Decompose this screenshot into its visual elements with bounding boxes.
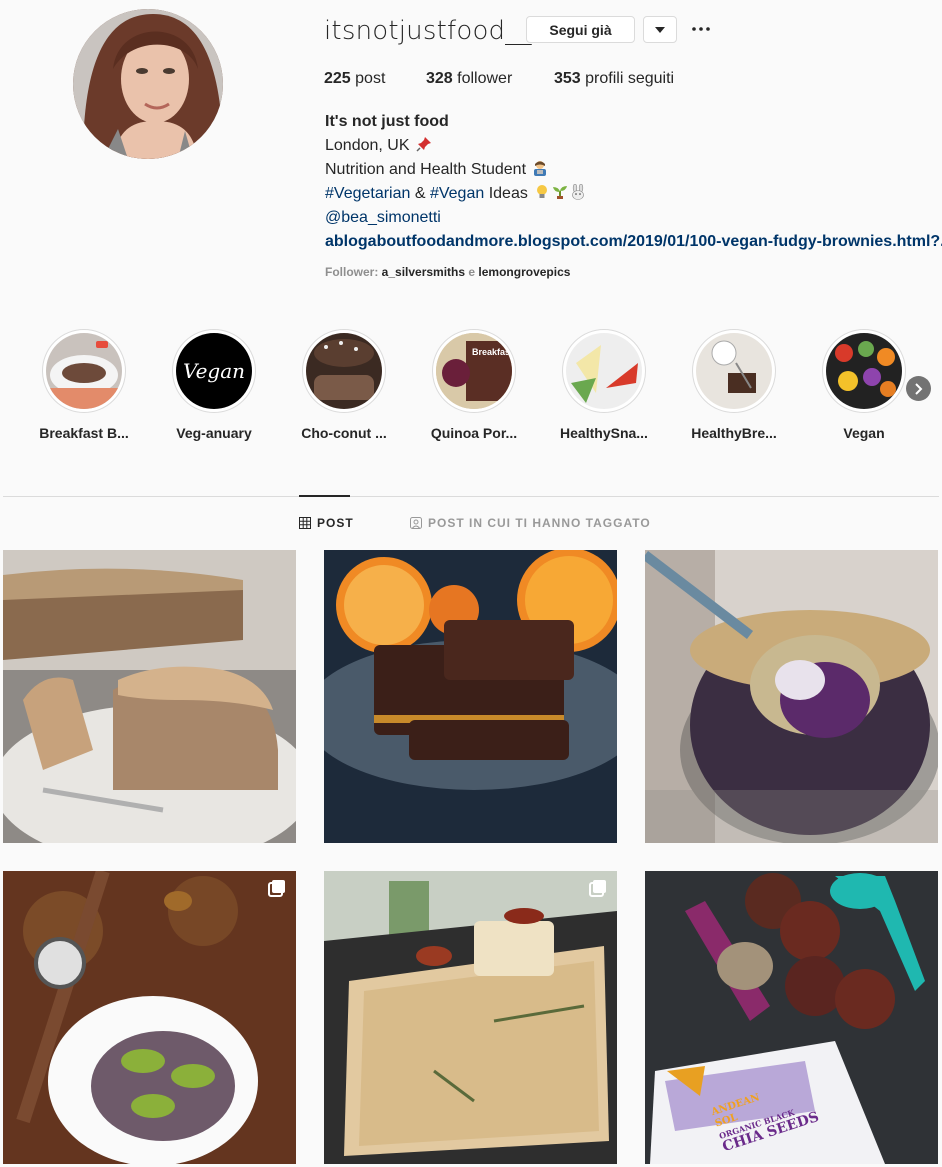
tab-posts[interactable]: POST: [299, 516, 354, 530]
hashtag-vegan-link[interactable]: #Vegan: [430, 185, 484, 202]
post-thumbnail[interactable]: [324, 871, 617, 1164]
post-thumbnail[interactable]: [324, 550, 617, 843]
highlight-cover: [696, 333, 772, 409]
followed-by-user1: a_silversmiths: [381, 265, 466, 279]
followed-by[interactable]: Follower: a_silversmiths e lemongrovepic…: [325, 265, 570, 279]
following-count: 353: [554, 70, 581, 87]
highlight-ring: [692, 329, 776, 413]
followed-by-conj: e: [465, 265, 479, 279]
tab-posts-label: POST: [317, 516, 354, 530]
ellipsis-icon: [692, 27, 710, 31]
chevron-right-icon: [914, 382, 922, 395]
tab-tagged-label: POST IN CUI TI HANNO TAGGATO: [428, 516, 651, 530]
posts-stat: 225 post: [324, 70, 385, 88]
highlight-cover: Vegan: [176, 333, 252, 409]
bio-location: London, UK: [325, 137, 410, 154]
tab-tagged[interactable]: POST IN CUI TI HANNO TAGGATO: [410, 516, 651, 530]
bio-ideas: Ideas: [484, 185, 528, 202]
suggestions-dropdown-button[interactable]: [643, 16, 677, 43]
bio-student-line: Nutrition and Health Student: [325, 158, 942, 182]
highlight-item[interactable]: Breakfast Quinoa Por...: [409, 329, 539, 441]
seedling-icon: [553, 186, 568, 199]
followers-label: follower: [452, 70, 513, 87]
highlight-cover-text: Breakfast: [472, 347, 512, 357]
bio-full-name: It's not just food: [325, 113, 449, 130]
tagged-user-icon: [410, 517, 422, 529]
highlight-label: Cho-conut ...: [301, 425, 387, 441]
post-thumbnail[interactable]: [645, 550, 938, 843]
post-image: [3, 871, 296, 1164]
highlight-item[interactable]: Cho-conut ...: [279, 329, 409, 441]
highlight-label: HealthyBre...: [691, 425, 777, 441]
post-image: [645, 550, 938, 843]
highlight-cover: [826, 333, 902, 409]
highlight-item[interactable]: Vegan Veg-anuary: [149, 329, 279, 441]
bio-line2: Nutrition and Health Student: [325, 161, 527, 178]
avatar-photo: [73, 9, 223, 159]
followed-by-prefix: Follower:: [325, 265, 382, 279]
bio-amp: &: [410, 185, 430, 202]
following-stat[interactable]: 353 profili seguiti: [554, 70, 674, 88]
highlight-cover: Breakfast: [436, 333, 512, 409]
hashtag-vegetarian-link[interactable]: #Vegetarian: [325, 185, 410, 202]
highlight-cover: [566, 333, 642, 409]
post-image: [3, 550, 296, 843]
highlight-label: Quinoa Por...: [430, 425, 518, 441]
post-thumbnail[interactable]: [3, 550, 296, 843]
followers-stat[interactable]: 328 follower: [426, 70, 512, 88]
post-thumbnail[interactable]: [3, 871, 296, 1164]
posts-count: 225: [324, 70, 351, 87]
bio-mention-link[interactable]: @bea_simonetti: [325, 206, 942, 230]
caret-down-icon: [655, 26, 665, 33]
rabbit-icon: [572, 184, 585, 200]
bio-hashtags-line: #Vegetarian & #Vegan Ideas: [325, 182, 942, 206]
followed-by-user2: lemongrovepics: [478, 265, 571, 279]
profile-username: itsnotjustfood__: [324, 16, 532, 46]
following-button[interactable]: Segui già: [526, 16, 635, 43]
highlight-label: Vegan: [843, 425, 885, 441]
profile-avatar[interactable]: [73, 9, 223, 159]
highlight-item[interactable]: HealthyBre...: [669, 329, 799, 441]
highlight-label: Breakfast B...: [39, 425, 129, 441]
more-options-button[interactable]: [688, 16, 714, 42]
bio-location-line: London, UK: [325, 134, 942, 158]
highlight-cover-text: Vegan: [182, 359, 246, 383]
followers-count: 328: [426, 70, 453, 87]
bio-website-link[interactable]: ablogaboutfoodandmore.blogspot.com/2019/…: [325, 230, 942, 254]
highlight-label: HealthySna...: [560, 425, 648, 441]
grid-icon: [299, 517, 311, 529]
highlight-cover: [306, 333, 382, 409]
highlight-ring: [562, 329, 646, 413]
profile-bio: It's not just food London, UK Nutrition …: [325, 110, 942, 254]
following-label: profili seguiti: [580, 70, 675, 87]
lightbulb-icon: [537, 185, 548, 198]
post-thumbnail[interactable]: ANDEAN SOL ORGANIC BLACK CHIA SEEDS: [645, 871, 938, 1164]
pushpin-icon: [416, 137, 431, 152]
highlights-next-button[interactable]: [906, 376, 931, 401]
highlight-item[interactable]: HealthySna...: [539, 329, 669, 441]
tab-active-indicator: [299, 495, 350, 497]
highlight-cover: [46, 333, 122, 409]
posts-label: post: [350, 70, 386, 87]
highlight-ring: Breakfast: [432, 329, 516, 413]
highlight-ring: [42, 329, 126, 413]
highlight-item[interactable]: Breakfast B...: [19, 329, 149, 441]
tabs-divider: [3, 496, 939, 497]
post-image: [324, 550, 617, 843]
carousel-icon: [589, 880, 606, 897]
highlight-ring: [822, 329, 906, 413]
highlight-ring: Vegan: [172, 329, 256, 413]
highlight-ring: [302, 329, 386, 413]
highlight-label: Veg-anuary: [176, 425, 252, 441]
post-image: [324, 871, 617, 1164]
student-icon: [534, 161, 547, 176]
carousel-icon: [268, 880, 285, 897]
